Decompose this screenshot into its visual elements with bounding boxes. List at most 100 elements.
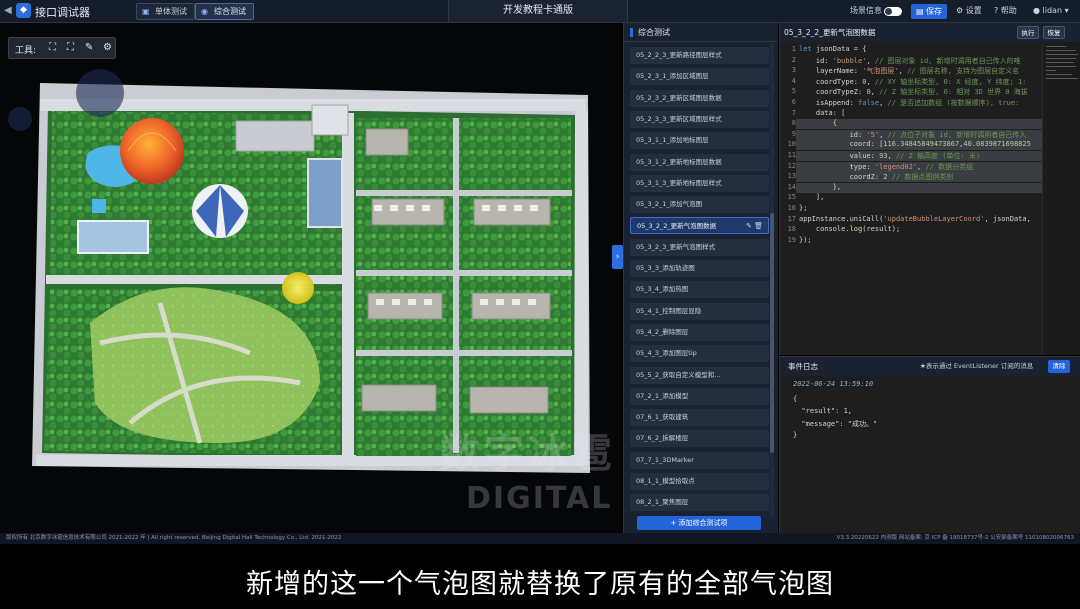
clear-log-button[interactable]: 清除: [1048, 360, 1070, 373]
test-list-item[interactable]: 05_3_2_1_添加气泡图: [630, 196, 769, 214]
test-list-item[interactable]: 07_7_1_3DMarker: [630, 451, 769, 469]
test-list-item[interactable]: 07_6_2_拆解楼层: [630, 430, 769, 448]
test-list-item[interactable]: 05_4_3_添加图层tip: [630, 345, 769, 363]
code-minimap[interactable]: [1042, 42, 1080, 355]
log-line: "message": "成功。": [793, 420, 878, 428]
event-log-hint: ★表示通过 EventListener 订阅的消息: [920, 362, 1034, 370]
copyright-text: 版权所有 北京数字冰雹信息技术有限公司 2021-2022 年 | All ri…: [6, 535, 342, 541]
test-list-item[interactable]: 07_6_1_获取建筑: [630, 409, 769, 427]
subtitle-text: 新增的这一个气泡图就替换了原有的全部气泡图: [246, 569, 834, 600]
settings-button[interactable]: ⚙ 设置: [956, 0, 982, 22]
map-toolbar: 工具: ⛶ ⛶ ✎ ⚙: [8, 37, 116, 59]
test-list-item[interactable]: 05_3_2_3_更新气泡图样式: [630, 238, 769, 256]
user-menu[interactable]: ● lidan ▾: [1033, 0, 1069, 22]
app-title: 接口调试器: [35, 6, 90, 19]
back-arrow-icon[interactable]: ◀: [4, 5, 12, 16]
edit-icon[interactable]: ✎: [746, 222, 752, 230]
line-number: 17: [787, 214, 796, 223]
test-list-item[interactable]: 05_5_2_获取自定义模型和...: [630, 366, 769, 384]
code-line: coordTypeZ: 0, // Z 轴坐标类型, 0: 相对 3D 世界 0…: [799, 88, 1028, 97]
code-editor-panel: 05_3_2_2_更新气泡图数据 执行 恢复 1 let jsonData = {…: [779, 23, 1080, 355]
line-number: 8: [791, 119, 796, 128]
watermark: 数字冰雹 DIGITAL HAIL: [440, 431, 622, 516]
log-timestamp: 2022-06-24 13:59:10: [793, 380, 874, 388]
code-line: value: 93, // Z 轴高度 (单位: 米): [799, 152, 981, 160]
frame-tool-icon[interactable]: ⛶: [67, 42, 74, 53]
test-list-item[interactable]: 05_3_1_2_更新地标图层数据: [630, 153, 769, 171]
test-list-item[interactable]: 05_3_2_2_更新气泡图数据 ✎ 🗑: [630, 217, 769, 235]
code-line: };: [799, 204, 808, 212]
code-line: id: 'bubble', // 图层对象 id, 新增时调用者自己传入的唯: [799, 56, 1021, 65]
line-number: 7: [791, 108, 796, 117]
app-logo-icon: ◆: [16, 3, 31, 18]
video-subtitle-band: 新增的这一个气泡图就替换了原有的全部气泡图: [0, 544, 1080, 609]
scrollbar-thumb[interactable]: [770, 213, 774, 453]
test-list-item[interactable]: 05_2_3_1_添加区域图层: [630, 68, 769, 86]
restore-button[interactable]: 恢复: [1043, 26, 1065, 39]
tab-single-test[interactable]: ▣ 单体测试: [136, 3, 195, 20]
test-list-item[interactable]: 05_3_4_添加热图: [630, 281, 769, 299]
user-icon: ●: [1033, 6, 1040, 15]
chevron-down-icon: ▾: [1064, 6, 1069, 15]
scene-info-label: 场景信息: [850, 6, 882, 15]
test-list-item[interactable]: 08_1_1_模型拾取点: [630, 473, 769, 490]
line-number: 5: [791, 87, 796, 96]
code-line: id: '5', // 点位子对象 id, 新增时调用者自己传入: [799, 130, 1027, 139]
line-number: 15: [787, 193, 796, 202]
line-number: 3: [791, 66, 796, 75]
line-number: 4: [791, 76, 796, 85]
save-icon: ▤: [915, 7, 924, 16]
test-list-item[interactable]: 05_3_3_添加轨迹图: [630, 260, 769, 277]
item-actions: ✎ 🗑: [746, 218, 763, 233]
code-editor[interactable]: 1 let jsonData = {2 id: 'bubble', // 图层对象…: [780, 42, 1042, 355]
add-test-button[interactable]: + 添加综合测试项: [637, 516, 761, 530]
code-line: });: [799, 235, 812, 244]
save-button[interactable]: ▤ 保存: [911, 4, 947, 19]
test-list-item[interactable]: 05_3_1_3_更新地标图层样式: [630, 174, 769, 192]
line-number: 1: [791, 45, 796, 53]
version-text: V3.3.20220622 内测版 网站备案: 京 ICP 备 19018737…: [836, 535, 1074, 541]
event-log-title: 事件日志 ★表示通过 EventListener 订阅的消息 清除: [780, 357, 1080, 376]
3d-map-view[interactable]: 工具: ⛶ ⛶ ✎ ⚙ 数字冰雹 DIGITAL HAIL: [0, 23, 622, 533]
scene-info-toggle[interactable]: [884, 7, 902, 16]
footer: 版权所有 北京数字冰雹信息技术有限公司 2021-2022 年 | All ri…: [0, 533, 1080, 544]
test-list-scrollbar[interactable]: [770, 43, 774, 518]
test-list-item[interactable]: 05_4_2_删除图层: [630, 323, 769, 341]
log-line: {: [793, 395, 798, 403]
select-tool-icon[interactable]: ⛶: [49, 42, 56, 53]
test-list-item[interactable]: 05_2_2_3_更新路径图层样式: [630, 47, 769, 64]
test-list-item[interactable]: 05_2_3_3_更新区域图层样式: [630, 110, 769, 128]
code-line: type: 'legend02', // 数据分类组: [799, 162, 974, 171]
help-button[interactable]: ? 帮助: [994, 0, 1017, 22]
delete-icon[interactable]: 🗑: [754, 222, 763, 230]
help-icon: ?: [994, 6, 999, 15]
line-number: 19: [787, 235, 796, 244]
code-line: coord: [116.34845849473867,40.0839871698…: [799, 140, 1031, 149]
integrated-test-icon: ◉: [201, 7, 208, 16]
log-line: "result": 1,: [793, 407, 853, 415]
line-number: 10: [787, 140, 796, 149]
test-list-item[interactable]: 05_4_1_控制图层显隐: [630, 302, 769, 320]
chevron-right-icon: ›: [615, 252, 620, 262]
line-number: 13: [787, 172, 796, 181]
line-number: 18: [787, 225, 796, 234]
test-list-item[interactable]: 07_2_1_添加模型: [630, 387, 769, 405]
single-test-icon: ▣: [142, 7, 150, 16]
test-list-item[interactable]: 08_2_1_聚焦图层: [630, 494, 769, 512]
code-line: data: [: [799, 108, 846, 117]
code-line: let jsonData = {: [799, 45, 867, 53]
code-title: 05_3_2_2_更新气泡图数据 执行 恢复: [780, 23, 1080, 42]
code-line: coordZ: 2 // 数据点图例类别: [799, 173, 954, 182]
line-number: 12: [787, 161, 796, 170]
tool-settings-icon[interactable]: ⚙: [103, 42, 112, 53]
test-list-item[interactable]: 05_2_3_2_更新区域图层数据: [630, 89, 769, 107]
integrated-test-list: 综合测试 05_2_2_3_更新路径图层样式 05_2_3_1_添加区域图层 05_…: [623, 23, 778, 533]
collapse-panel-button[interactable]: ›: [612, 245, 623, 269]
tab-integrated-test[interactable]: ◉ 综合测试: [195, 3, 254, 20]
pen-tool-icon[interactable]: ✎: [85, 42, 93, 53]
run-button[interactable]: 执行: [1017, 26, 1039, 39]
code-line: isAppend: false, // 是否追加数组 (按数据顺序), true…: [799, 99, 1020, 107]
gear-icon: ⚙: [956, 6, 964, 15]
line-number: 6: [791, 98, 796, 106]
test-list-item[interactable]: 05_3_1_1_添加地标图层: [630, 132, 769, 150]
